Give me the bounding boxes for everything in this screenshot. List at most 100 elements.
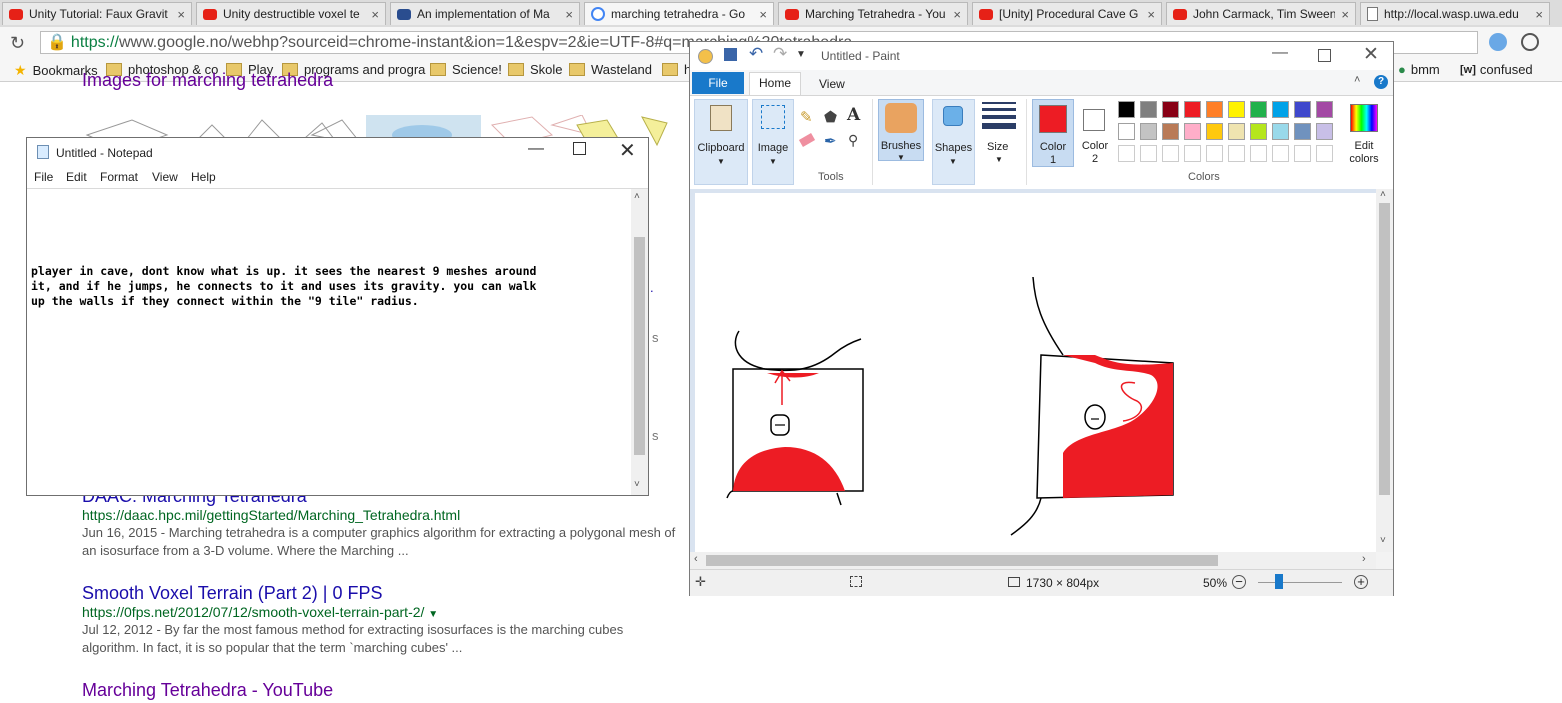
palette-swatch[interactable] xyxy=(1140,101,1157,118)
palette-swatch-empty[interactable] xyxy=(1206,145,1223,162)
magnifier-icon[interactable]: ⚲ xyxy=(848,132,858,149)
fill-icon[interactable]: ⬟ xyxy=(824,108,837,126)
browser-tab[interactable]: marching tetrahedra - Go × xyxy=(584,2,774,25)
maximize-icon[interactable] xyxy=(573,142,586,155)
palette-swatch[interactable] xyxy=(1162,101,1179,118)
menu-edit[interactable]: Edit xyxy=(66,170,87,184)
tab-home[interactable]: Home xyxy=(749,72,801,95)
palette-swatch[interactable] xyxy=(1272,123,1289,140)
zoom-in-icon[interactable]: + xyxy=(1354,575,1368,589)
palette-swatch-empty[interactable] xyxy=(1250,145,1267,162)
palette-swatch[interactable] xyxy=(1272,101,1289,118)
zoom-slider-thumb[interactable] xyxy=(1275,574,1283,589)
close-tab-icon[interactable]: × xyxy=(1147,7,1155,22)
color2-button[interactable]: Color 2 xyxy=(1077,99,1113,167)
close-tab-icon[interactable]: × xyxy=(565,7,573,22)
collapse-ribbon-icon[interactable]: ˄ xyxy=(1354,74,1360,86)
redo-icon[interactable]: ↷ xyxy=(773,44,787,64)
close-icon[interactable]: ✕ xyxy=(1363,43,1379,66)
scroll-down-icon[interactable]: ˅ xyxy=(1380,535,1386,546)
tab-file[interactable]: File xyxy=(692,72,744,94)
undo-icon[interactable]: ↶ xyxy=(749,44,763,64)
browser-tab[interactable]: John Carmack, Tim Sween × xyxy=(1166,2,1356,25)
save-icon[interactable] xyxy=(724,48,737,61)
extension-icon[interactable] xyxy=(1521,33,1539,51)
palette-swatch[interactable] xyxy=(1118,123,1135,140)
bookmark-item[interactable]: Science! xyxy=(430,62,502,77)
zoom-out-icon[interactable]: − xyxy=(1232,575,1246,589)
result-url[interactable]: https://0fps.net/2012/07/12/smooth-voxel… xyxy=(82,604,438,620)
scroll-up-icon[interactable]: ˄ xyxy=(1380,189,1386,200)
palette-swatch[interactable] xyxy=(1250,101,1267,118)
image-button[interactable]: Image ▼ xyxy=(752,99,794,185)
color1-button[interactable]: Color 1 xyxy=(1032,99,1074,167)
bookmark-item[interactable]: Wasteland xyxy=(569,62,652,77)
notepad-text-area[interactable]: player in cave, dont know what is up. it… xyxy=(27,189,631,495)
palette-swatch[interactable] xyxy=(1184,101,1201,118)
bookmark-item[interactable]: [w] confused xyxy=(1460,62,1533,77)
images-heading[interactable]: Images for marching tetrahedra xyxy=(82,70,333,91)
close-tab-icon[interactable]: × xyxy=(1341,7,1349,22)
edit-colors-button[interactable]: Edit colors xyxy=(1340,99,1388,167)
tab-view[interactable]: View xyxy=(819,77,845,91)
palette-swatch[interactable] xyxy=(1316,123,1333,140)
browser-tab[interactable]: [Unity] Procedural Cave G × xyxy=(972,2,1162,25)
browser-tab[interactable]: http://local.wasp.uwa.edu × xyxy=(1360,2,1550,25)
result-url[interactable]: https://daac.hpc.mil/gettingStarted/Marc… xyxy=(82,507,460,523)
canvas-vertical-scrollbar[interactable]: ˄ ˅ xyxy=(1376,189,1393,552)
palette-swatch[interactable] xyxy=(1294,101,1311,118)
vertical-scrollbar[interactable]: ˄ ˅ xyxy=(631,189,648,495)
palette-swatch[interactable] xyxy=(1140,123,1157,140)
browser-tab[interactable]: Marching Tetrahedra - You × xyxy=(778,2,968,25)
menu-format[interactable]: Format xyxy=(100,170,138,184)
browser-tab[interactable]: Unity destructible voxel te × xyxy=(196,2,386,25)
paint-titlebar[interactable]: ↶ ↷ ▼ Untitled - Paint — ✕ xyxy=(690,42,1393,70)
drawing-canvas[interactable] xyxy=(695,193,1376,552)
minimize-icon[interactable]: — xyxy=(1272,44,1288,62)
scroll-down-icon[interactable]: ˅ xyxy=(634,479,640,490)
palette-swatch-empty[interactable] xyxy=(1228,145,1245,162)
palette-swatch-empty[interactable] xyxy=(1118,145,1135,162)
palette-swatch[interactable] xyxy=(1162,123,1179,140)
reload-icon[interactable]: ↻ xyxy=(10,33,25,54)
palette-swatch-empty[interactable] xyxy=(1294,145,1311,162)
palette-swatch[interactable] xyxy=(1118,101,1135,118)
close-icon[interactable]: ✕ xyxy=(619,138,636,163)
close-tab-icon[interactable]: × xyxy=(371,7,379,22)
bookmark-item[interactable]: ● bmm xyxy=(1398,62,1440,77)
menu-file[interactable]: File xyxy=(34,170,53,184)
close-tab-icon[interactable]: × xyxy=(177,7,185,22)
canvas-horizontal-scrollbar[interactable]: ‹ › xyxy=(690,552,1376,569)
eraser-icon[interactable] xyxy=(798,133,816,147)
extension-icon[interactable] xyxy=(1489,33,1507,51)
palette-swatch[interactable] xyxy=(1250,123,1267,140)
palette-swatch[interactable] xyxy=(1228,101,1245,118)
palette-swatch-empty[interactable] xyxy=(1140,145,1157,162)
dropdown-arrow-icon[interactable]: ▼ xyxy=(428,609,438,620)
scroll-right-icon[interactable]: › xyxy=(1362,553,1366,565)
palette-swatch-empty[interactable] xyxy=(1184,145,1201,162)
palette-swatch[interactable] xyxy=(1184,123,1201,140)
result-title[interactable]: Smooth Voxel Terrain (Part 2) | 0 FPS xyxy=(82,583,382,604)
size-label[interactable]: Size xyxy=(987,141,1008,153)
palette-swatch[interactable] xyxy=(1294,123,1311,140)
browser-tab[interactable]: An implementation of Ma × xyxy=(390,2,580,25)
pencil-icon[interactable]: ✎ xyxy=(800,108,813,126)
palette-swatch[interactable] xyxy=(1228,123,1245,140)
close-tab-icon[interactable]: × xyxy=(759,7,767,22)
result-title[interactable]: Marching Tetrahedra - YouTube xyxy=(82,680,333,701)
palette-swatch[interactable] xyxy=(1206,123,1223,140)
scrollbar-thumb[interactable] xyxy=(634,237,645,455)
maximize-icon[interactable] xyxy=(1318,49,1331,62)
customize-quick-access-icon[interactable]: ▼ xyxy=(796,49,806,60)
close-tab-icon[interactable]: × xyxy=(1535,7,1543,22)
color-picker-icon[interactable]: ✒ xyxy=(824,132,837,150)
scroll-left-icon[interactable]: ‹ xyxy=(694,553,698,565)
zoom-slider[interactable] xyxy=(1258,582,1342,583)
brushes-button[interactable]: Brushes ▼ xyxy=(878,99,924,162)
close-tab-icon[interactable]: × xyxy=(953,7,961,22)
scrollbar-thumb[interactable] xyxy=(1379,203,1390,495)
palette-swatch-empty[interactable] xyxy=(1316,145,1333,162)
bookmark-item[interactable]: Skole xyxy=(508,62,563,77)
clipboard-button[interactable]: Clipboard ▼ xyxy=(694,99,748,185)
